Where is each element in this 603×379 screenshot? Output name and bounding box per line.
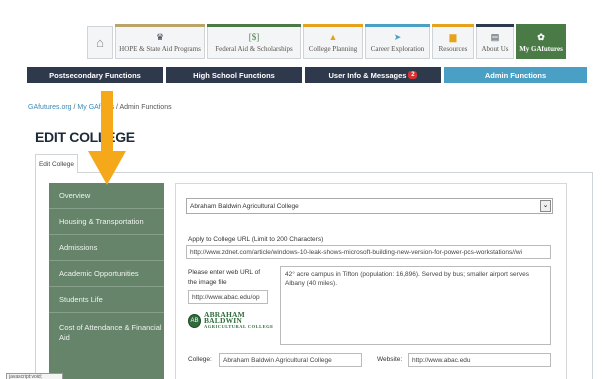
page: ⌂ ♛ HOPE & State Aid Programs [$] Federa… — [0, 0, 603, 379]
logo-line2: AGRICULTURAL COLLEGE — [203, 324, 274, 329]
sidebar-item-academic-opportunities[interactable]: Academic Opportunities — [49, 261, 164, 287]
image-url-input[interactable]: http://www.abac.edu/op — [188, 290, 268, 304]
admin-functions-button[interactable]: Admin Functions — [444, 67, 587, 83]
website-input[interactable]: http://www.abac.edu — [408, 353, 551, 367]
sidebar: Overview Housing & Transportation Admiss… — [49, 183, 164, 379]
logo-line1: ABRAHAM BALDWIN — [203, 310, 245, 325]
message-count-badge: 2 — [408, 71, 418, 79]
nav-label: My GAfutures — [519, 45, 563, 53]
image-url-label-line2: the image file — [188, 279, 227, 286]
high-school-functions-button[interactable]: High School Functions — [166, 67, 302, 83]
paper-plane-icon: ➤ — [393, 32, 402, 42]
college-description-textarea[interactable]: 42° acre campus in Tifton (population: 1… — [280, 266, 551, 345]
tab-edit-college[interactable]: Edit College — [35, 154, 78, 173]
graduation-cap-icon: ♛ — [155, 32, 165, 42]
nav-resources[interactable]: ▆ Resources — [432, 24, 474, 59]
nav-college-planning[interactable]: ▲ College Planning — [303, 24, 363, 59]
functions-bar: Postsecondary Functions High School Func… — [27, 67, 587, 83]
nav-accent-bar — [115, 24, 205, 27]
nav-accent-bar — [476, 24, 514, 27]
postsecondary-functions-button[interactable]: Postsecondary Functions — [27, 67, 163, 83]
college-select[interactable]: Abraham Baldwin Agricultural College ⌄ — [186, 198, 553, 214]
nav-about-us[interactable]: ▤ About Us — [476, 24, 514, 59]
chevron-down-icon[interactable]: ⌄ — [540, 200, 551, 212]
folder-icon: ▆ — [449, 32, 457, 42]
money-icon: [$] — [248, 32, 260, 42]
college-logo: AB ABRAHAM BALDWIN AGRICULTURAL COLLEGE — [188, 310, 278, 330]
sidebar-item-admissions[interactable]: Admissions — [49, 235, 164, 261]
user-info-messages-button[interactable]: User Info & Messages 2 — [305, 67, 441, 83]
sidebar-item-students-life[interactable]: Students Life — [49, 287, 164, 313]
nav-accent-bar — [365, 24, 430, 27]
apply-url-label: Apply to College URL (Limit to 200 Chara… — [188, 236, 324, 243]
nav-hope-state-aid[interactable]: ♛ HOPE & State Aid Programs — [115, 24, 205, 59]
nav-label: Federal Aid & Scholarships — [215, 45, 293, 53]
mortarboard-icon: ▲ — [328, 32, 338, 42]
website-label: Website: — [377, 356, 403, 363]
gear-icon: ✿ — [537, 32, 545, 42]
id-card-icon: ▤ — [490, 32, 500, 42]
nav-accent-bar — [516, 24, 566, 27]
nav-label: Career Exploration — [370, 45, 425, 53]
nav-label: College Planning — [308, 45, 358, 53]
nav-federal-aid[interactable]: [$] Federal Aid & Scholarships — [207, 24, 301, 59]
apply-url-input[interactable]: http://www.zdnet.com/article/windows-10-… — [186, 245, 551, 259]
home-icon: ⌂ — [96, 35, 104, 50]
college-name-input[interactable]: Abraham Baldwin Agricultural College — [219, 353, 362, 367]
sidebar-item-housing-transportation[interactable]: Housing & Transportation — [49, 209, 164, 235]
sidebar-item-cost-financial-aid[interactable]: Cost of Attendance & Financial Aid — [49, 313, 164, 353]
nav-my-gafutures[interactable]: ✿ My GAfutures — [516, 24, 566, 59]
nav-home[interactable]: ⌂ — [87, 26, 113, 59]
nav-career-exploration[interactable]: ➤ Career Exploration — [365, 24, 430, 59]
college-seal-icon: AB — [188, 314, 201, 328]
college-select-value: Abraham Baldwin Agricultural College — [190, 202, 299, 210]
top-nav: ⌂ ♛ HOPE & State Aid Programs [$] Federa… — [87, 24, 566, 59]
nav-label: HOPE & State Aid Programs — [119, 45, 201, 53]
breadcrumb-home-link[interactable]: GAfutures.org — [28, 104, 72, 111]
user-info-label: User Info & Messages — [328, 70, 407, 80]
browser-status-bar: javascript:void; — [6, 373, 63, 379]
college-label: College: — [188, 356, 212, 363]
nav-label: About Us — [481, 45, 509, 53]
nav-accent-bar — [207, 24, 301, 27]
image-url-label-line1: Please enter web URL of — [188, 269, 261, 276]
nav-accent-bar — [432, 24, 474, 27]
college-logo-text: ABRAHAM BALDWIN AGRICULTURAL COLLEGE — [203, 310, 278, 330]
nav-accent-bar — [303, 24, 363, 27]
annotation-arrow-icon — [88, 91, 126, 185]
nav-label: Resources — [438, 45, 468, 53]
sidebar-item-overview[interactable]: Overview — [49, 183, 164, 209]
